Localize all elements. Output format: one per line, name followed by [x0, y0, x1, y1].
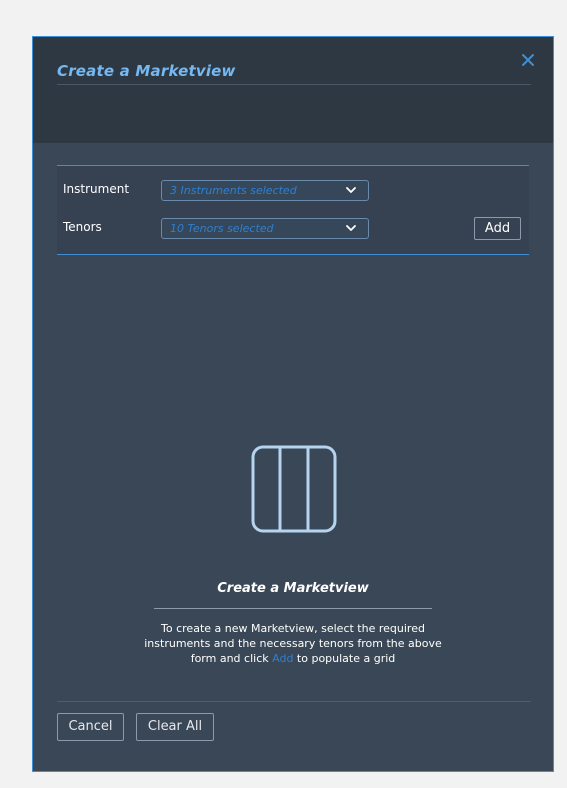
add-button[interactable]: Add	[474, 217, 521, 240]
empty-state-title: Create a Marketview	[217, 581, 369, 596]
clear-all-button[interactable]: Clear All	[136, 713, 214, 741]
columns-grid-icon	[251, 445, 337, 533]
chevron-down-icon	[346, 187, 356, 193]
instrument-select-value: 3 Instruments selected	[170, 184, 297, 197]
add-link[interactable]: Add	[272, 652, 293, 665]
dialog-title: Create a Marketview	[57, 62, 236, 80]
selection-form: Instrument 3 Instruments selected Tenors…	[57, 165, 529, 255]
title-divider	[57, 84, 531, 85]
create-marketview-dialog: Create a Marketview Instrument 3 Instrum…	[32, 36, 554, 772]
chevron-down-icon	[346, 225, 356, 231]
close-icon[interactable]	[519, 51, 537, 69]
instrument-select[interactable]: 3 Instruments selected	[161, 180, 369, 201]
empty-state-divider	[154, 608, 432, 609]
empty-state-text-after: to populate a grid	[293, 652, 396, 665]
cancel-button[interactable]: Cancel	[57, 713, 124, 741]
tenors-select-value: 10 Tenors selected	[170, 222, 274, 235]
tenors-label: Tenors	[63, 220, 102, 234]
dialog-header: Create a Marketview	[33, 37, 553, 143]
instrument-label: Instrument	[63, 182, 130, 196]
empty-state-description: To create a new Marketview, select the r…	[133, 621, 453, 666]
tenors-select[interactable]: 10 Tenors selected	[161, 218, 369, 239]
close-icon-glyph	[522, 54, 534, 66]
footer-divider	[57, 701, 531, 702]
